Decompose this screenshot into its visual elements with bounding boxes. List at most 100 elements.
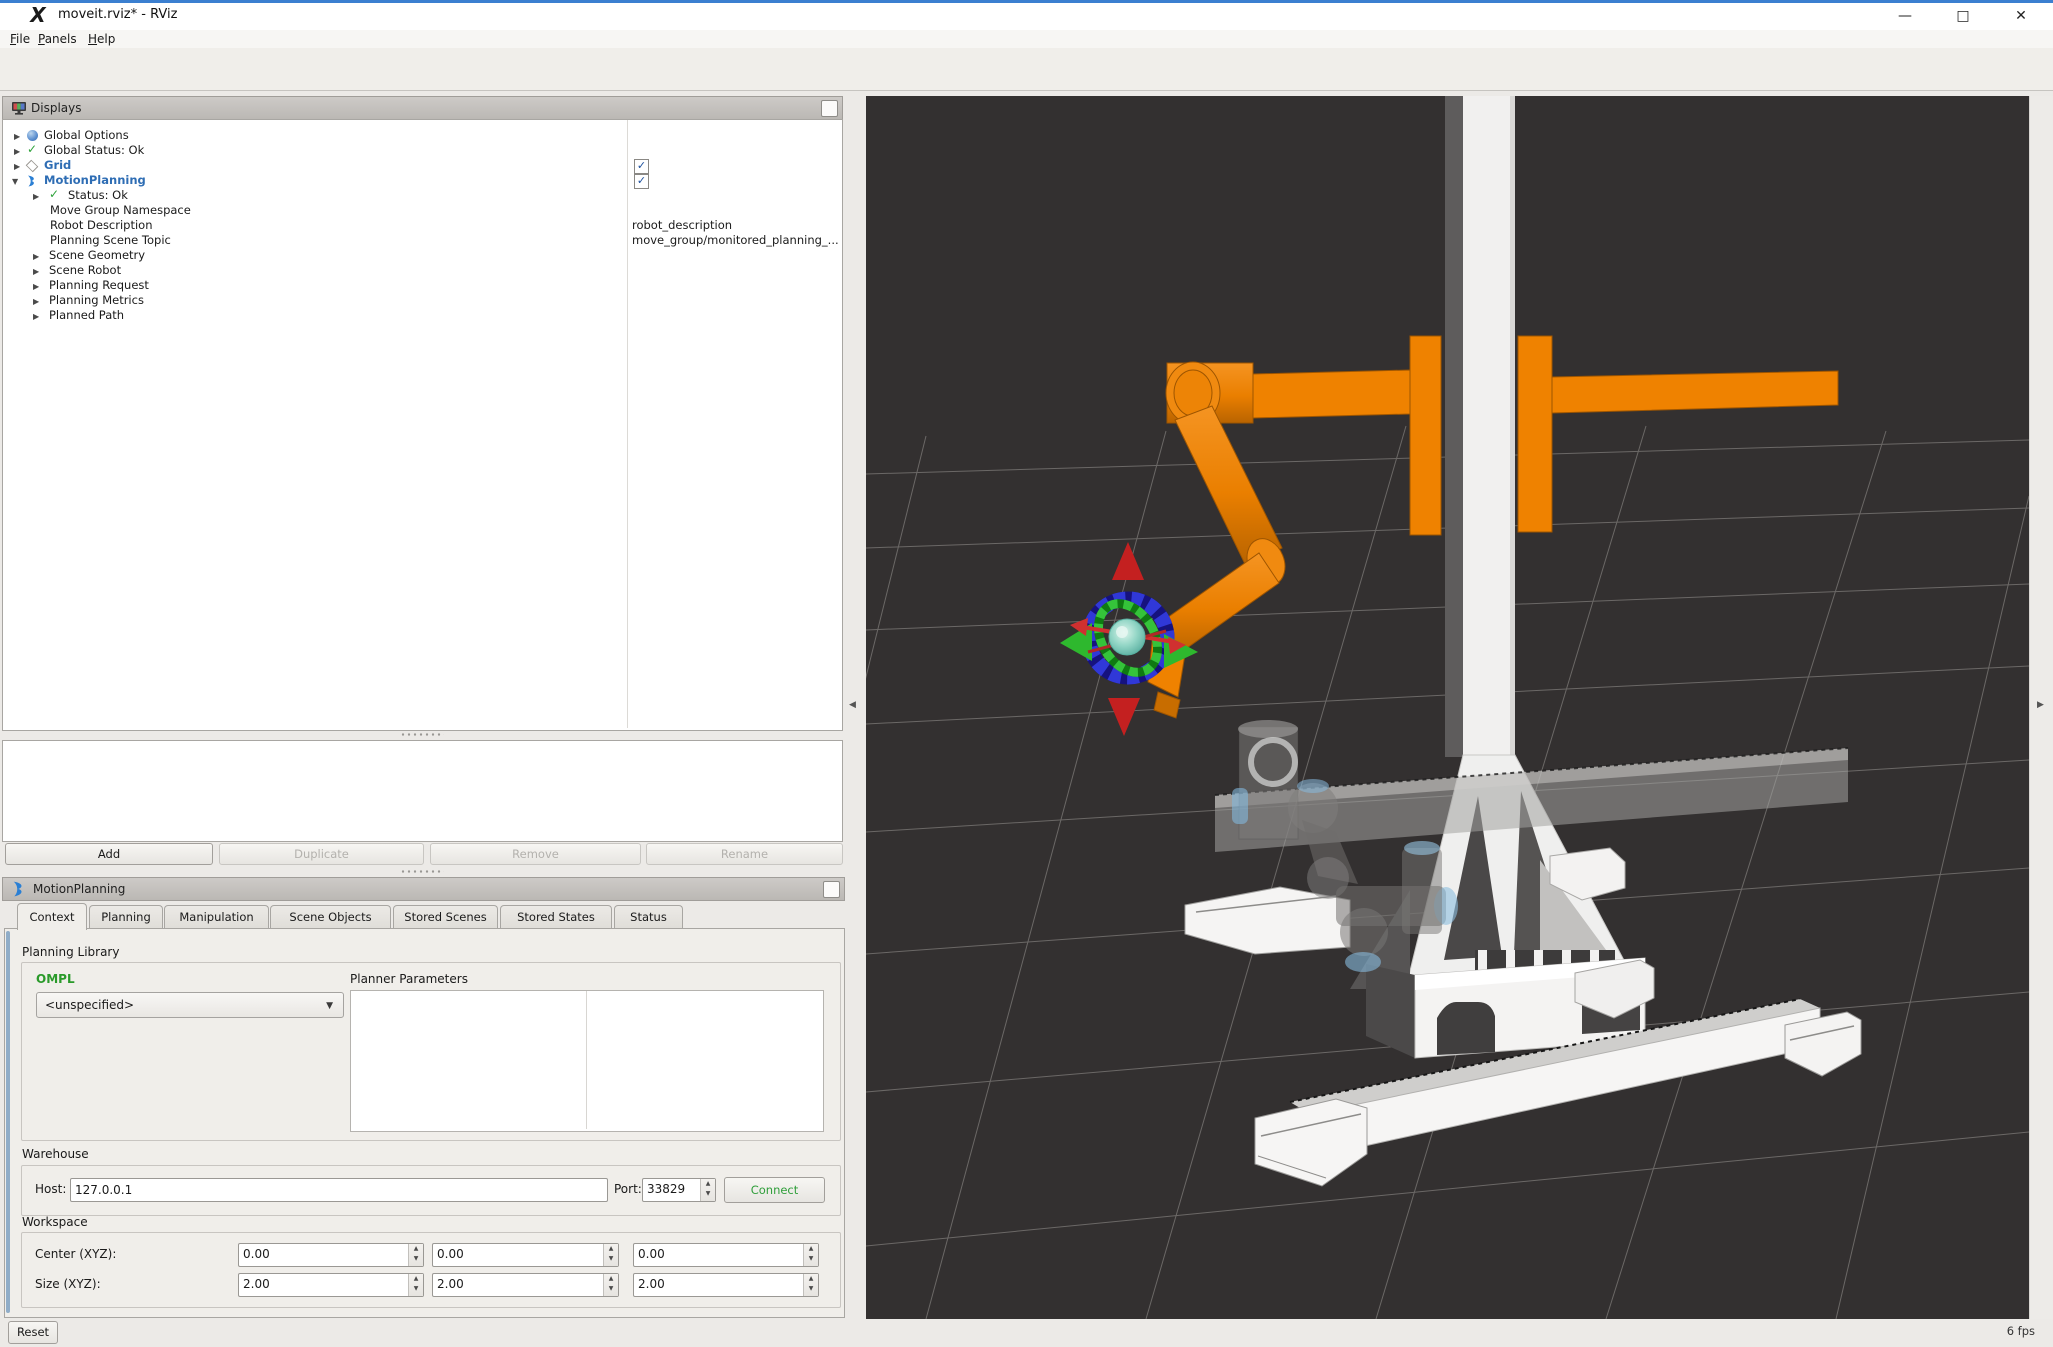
add-display-button[interactable]: Add	[5, 843, 213, 865]
motionplanning-panel-titlebar[interactable]: MotionPlanning	[2, 877, 845, 901]
menu-panels[interactable]: Panels	[38, 32, 77, 46]
splitter-handle[interactable]	[400, 869, 444, 874]
tab-stored-scenes[interactable]: Stored Scenes	[393, 905, 498, 929]
planning-library-label: Planning Library	[22, 945, 120, 959]
spin-up-icon[interactable]: ▲	[409, 1274, 423, 1284]
expand-arrow-icon[interactable]: ▶	[33, 249, 39, 264]
menu-help[interactable]: Help	[88, 32, 115, 46]
tree-row-scene-robot[interactable]: ▶ Scene Robot	[6, 263, 844, 278]
spin-down-icon[interactable]: ▼	[604, 1254, 618, 1264]
host-label: Host:	[35, 1182, 67, 1196]
table-column-divider	[586, 991, 587, 1129]
spinner-arrows[interactable]: ▲ ▼	[700, 1179, 715, 1201]
tree-row-planned-path[interactable]: ▶ Planned Path	[6, 308, 844, 323]
tab-scene-objects[interactable]: Scene Objects	[270, 905, 391, 929]
tab-manipulation[interactable]: Manipulation	[164, 905, 269, 929]
expand-arrow-icon[interactable]: ▶	[33, 189, 39, 204]
host-input[interactable]	[70, 1178, 608, 1202]
spin-up-icon[interactable]: ▲	[804, 1244, 818, 1254]
warehouse-label: Warehouse	[22, 1147, 89, 1161]
tree-row-motionplanning[interactable]: ▼ MotionPlanning	[6, 173, 844, 188]
context-tab-pane: Planning Library OMPL <unspecified> ▼ Pl…	[4, 928, 845, 1318]
expand-arrow-icon[interactable]: ▶	[14, 129, 20, 144]
duplicate-display-button[interactable]: Duplicate	[219, 843, 424, 865]
splitter-handle[interactable]	[400, 732, 444, 737]
tree-row-move-group-namespace[interactable]: Move Group Namespace	[6, 203, 844, 218]
spin-down-icon[interactable]: ▼	[604, 1284, 618, 1294]
expand-arrow-icon[interactable]: ▶	[14, 144, 20, 159]
expand-arrow-icon[interactable]: ▶	[33, 279, 39, 294]
spin-up-icon[interactable]: ▲	[409, 1244, 423, 1254]
center-x-spinner[interactable]: ▲▼	[238, 1243, 424, 1267]
spin-down-icon[interactable]: ▼	[409, 1284, 423, 1294]
tree-row-global-status[interactable]: ▶ ✓ Global Status: Ok	[6, 142, 844, 159]
maximize-button[interactable]: □	[1948, 7, 1978, 25]
reset-button[interactable]: Reset	[8, 1321, 58, 1344]
expand-arrow-icon[interactable]: ▶	[14, 159, 20, 174]
expand-arrow-icon[interactable]: ▶	[33, 264, 39, 279]
planner-dropdown[interactable]: <unspecified> ▼	[36, 992, 344, 1018]
menubar: File Panels Help	[0, 30, 2053, 49]
center-z-value[interactable]	[638, 1245, 800, 1263]
minimize-button[interactable]: —	[1890, 7, 1920, 25]
tree-row-label: Status: Ok	[68, 188, 128, 202]
end-effector-sphere[interactable]	[1108, 618, 1146, 656]
motionplanning-enabled-checkbox[interactable]: ✓	[634, 174, 649, 189]
port-spinner[interactable]: ▲ ▼	[642, 1178, 716, 1202]
spin-up-icon[interactable]: ▲	[604, 1274, 618, 1284]
size-y-value[interactable]	[437, 1275, 600, 1293]
displays-tree[interactable]: ▶ Global Options ▶ ✓ Global Status: Ok ▶…	[2, 119, 843, 731]
remove-display-button[interactable]: Remove	[430, 843, 641, 865]
collapse-right-panel-arrow[interactable]: ▶	[2037, 700, 2044, 710]
tab-stored-states[interactable]: Stored States	[500, 905, 612, 929]
connect-button[interactable]: Connect	[724, 1177, 825, 1203]
collapse-left-panel-arrow[interactable]: ◀	[849, 700, 856, 710]
rviz-window: X moveit.rviz* - RViz — □ ✕ File Panels …	[0, 0, 2053, 1347]
center-y-value[interactable]	[437, 1245, 600, 1263]
expand-arrow-icon[interactable]: ▶	[33, 294, 39, 309]
spin-down-icon[interactable]: ▼	[804, 1254, 818, 1264]
window-title: moveit.rviz* - RViz	[58, 7, 178, 22]
size-z-spinner[interactable]: ▲▼	[633, 1273, 819, 1297]
spin-down-icon[interactable]: ▼	[701, 1189, 715, 1199]
rename-display-button[interactable]: Rename	[646, 843, 843, 865]
tree-row-scene-geometry[interactable]: ▶ Scene Geometry	[6, 248, 844, 263]
port-value[interactable]	[647, 1180, 697, 1198]
grid-enabled-checkbox[interactable]: ✓	[634, 159, 649, 174]
displays-float-button[interactable]	[821, 100, 838, 117]
right-panel-collapsed-strip[interactable]: ▶	[2029, 96, 2053, 1319]
menu-file[interactable]: File	[10, 32, 30, 46]
motionplanning-float-button[interactable]	[823, 881, 840, 898]
tree-row-planning-metrics[interactable]: ▶ Planning Metrics	[6, 293, 844, 308]
tab-planning[interactable]: Planning	[89, 905, 163, 929]
tree-row-mp-status[interactable]: ▶ ✓ Status: Ok	[6, 187, 844, 204]
tab-status[interactable]: Status	[614, 905, 683, 929]
expand-arrow-icon[interactable]: ▶	[33, 309, 39, 324]
spin-down-icon[interactable]: ▼	[804, 1284, 818, 1294]
size-x-value[interactable]	[243, 1275, 405, 1293]
center-x-value[interactable]	[243, 1245, 405, 1263]
close-button[interactable]: ✕	[2006, 7, 2036, 25]
displays-panel-titlebar[interactable]: Displays	[2, 96, 843, 120]
spin-up-icon[interactable]: ▲	[604, 1244, 618, 1254]
tree-row-global-options[interactable]: ▶ Global Options	[6, 128, 844, 143]
planner-parameters-table[interactable]	[350, 990, 824, 1132]
planning-scene-topic-value[interactable]: move_group/monitored_planning_...	[632, 233, 839, 247]
3d-viewport[interactable]	[866, 96, 2029, 1319]
center-z-spinner[interactable]: ▲▼	[633, 1243, 819, 1267]
fps-counter: 6 fps	[2006, 1324, 2035, 1338]
size-y-spinner[interactable]: ▲▼	[432, 1273, 619, 1297]
spin-down-icon[interactable]: ▼	[409, 1254, 423, 1264]
titlebar[interactable]: X moveit.rviz* - RViz — □ ✕	[0, 0, 2053, 31]
size-z-value[interactable]	[638, 1275, 800, 1293]
panel-scrollbar[interactable]	[6, 931, 10, 1313]
collapse-arrow-icon[interactable]: ▼	[12, 174, 18, 189]
tree-row-planning-request[interactable]: ▶ Planning Request	[6, 278, 844, 293]
tab-context[interactable]: Context	[17, 903, 87, 930]
robot-description-value[interactable]: robot_description	[632, 218, 732, 232]
spin-up-icon[interactable]: ▲	[804, 1274, 818, 1284]
center-y-spinner[interactable]: ▲▼	[432, 1243, 619, 1267]
spin-up-icon[interactable]: ▲	[701, 1179, 715, 1189]
tree-row-grid[interactable]: ▶ Grid	[6, 158, 844, 173]
size-x-spinner[interactable]: ▲▼	[238, 1273, 424, 1297]
